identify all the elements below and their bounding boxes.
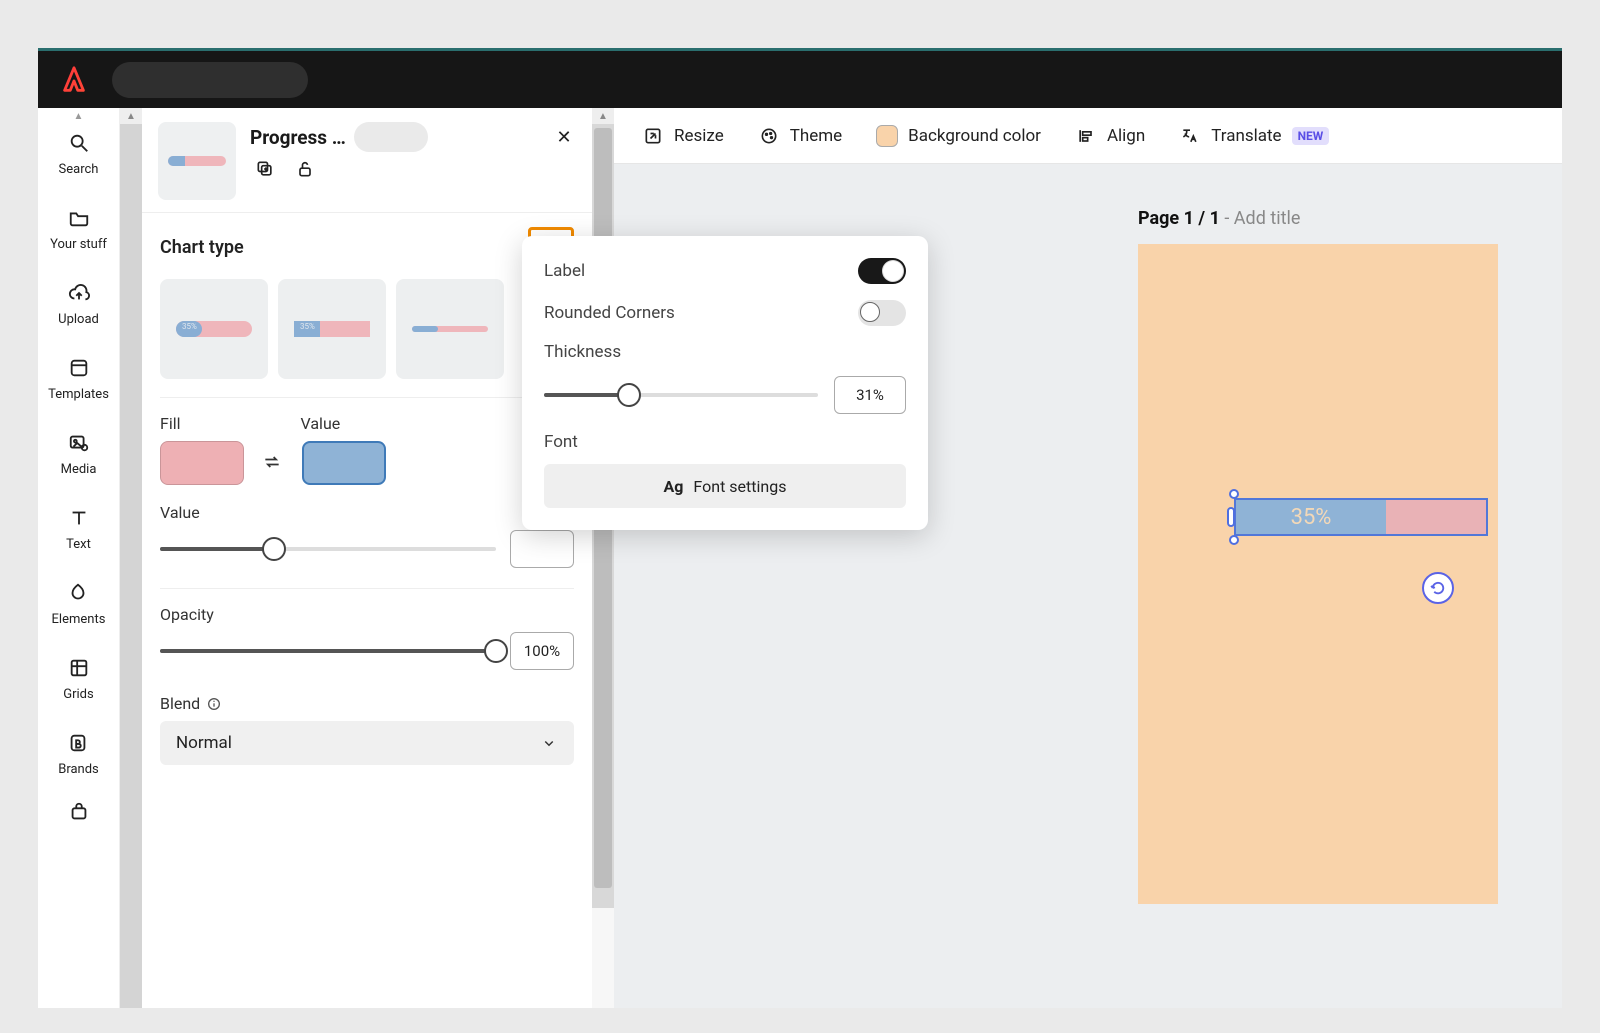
selection-handle[interactable] — [1229, 535, 1239, 545]
resize-button[interactable]: Resize — [642, 125, 724, 147]
lock-button[interactable] — [294, 158, 316, 180]
nav-brands[interactable]: Brands — [58, 730, 99, 777]
nav-label: Media — [61, 462, 97, 477]
font-label: Font — [544, 432, 906, 452]
palette-icon — [758, 125, 780, 147]
bgcolor-button[interactable]: Background color — [876, 125, 1041, 147]
chart-type-thin[interactable] — [396, 279, 504, 379]
duplicate-button[interactable] — [254, 158, 276, 180]
search-icon — [66, 130, 92, 156]
nav-grids[interactable]: Grids — [63, 655, 93, 702]
folder-icon — [66, 205, 92, 231]
left-scrollbar[interactable]: ▲ — [120, 108, 142, 1008]
nav-upload[interactable]: Upload — [58, 280, 99, 327]
nav-elements[interactable]: Elements — [52, 580, 106, 627]
element-thumbnail — [158, 122, 236, 200]
swap-colors-button[interactable] — [262, 452, 284, 474]
rounded-toggle[interactable] — [858, 300, 906, 326]
fill-color-swatch[interactable] — [160, 441, 244, 485]
text-icon — [66, 505, 92, 531]
close-icon: ✕ — [556, 127, 571, 148]
opacity-label: Opacity — [160, 605, 574, 624]
bag-icon — [66, 799, 92, 825]
new-badge: NEW — [1292, 127, 1330, 145]
info-icon[interactable] — [206, 696, 222, 712]
value-input[interactable] — [510, 530, 574, 568]
bgcolor-swatch-icon — [876, 125, 898, 147]
progress-value-label: 35% — [1291, 505, 1332, 530]
nav-label: Search — [59, 162, 99, 177]
label-toggle-label: Label — [544, 261, 585, 281]
font-icon: Ag — [664, 477, 684, 496]
undo-icon — [1429, 579, 1447, 597]
selection-handle[interactable] — [1229, 489, 1239, 499]
scroll-up-icon[interactable]: ▲ — [592, 108, 614, 124]
top-search-pill[interactable] — [112, 62, 308, 98]
translate-icon — [1179, 125, 1201, 147]
chart-type-rounded[interactable]: 35% — [160, 279, 268, 379]
top-app-bar — [38, 48, 1562, 108]
media-icon — [66, 430, 92, 456]
nav-text[interactable]: Text — [66, 505, 92, 552]
value-color-swatch[interactable] — [302, 441, 386, 485]
opacity-slider[interactable] — [160, 639, 496, 663]
thickness-slider[interactable] — [544, 383, 818, 407]
theme-button[interactable]: Theme — [758, 125, 842, 147]
nav-label: Brands — [58, 762, 99, 777]
page-label[interactable]: Page 1 / 1 - Add title — [1138, 208, 1300, 229]
blend-label: Blend — [160, 694, 200, 713]
align-button[interactable]: Align — [1075, 125, 1145, 147]
label-toggle[interactable] — [858, 258, 906, 284]
chart-type-heading: Chart type — [160, 237, 244, 258]
nav-label: Text — [66, 537, 91, 552]
thickness-input[interactable]: 31% — [834, 376, 906, 414]
canvas-toolbar: Resize Theme Background color Align Tran… — [614, 108, 1562, 164]
brands-icon — [65, 730, 91, 756]
nav-media[interactable]: Media — [61, 430, 97, 477]
nav-label: Grids — [63, 687, 93, 702]
chevron-down-icon — [540, 734, 558, 752]
app-logo-icon — [56, 62, 92, 98]
selection-handle[interactable] — [1227, 507, 1235, 527]
value-slider[interactable] — [160, 537, 496, 561]
opacity-input[interactable]: 100% — [510, 632, 574, 670]
nav-label: Elements — [52, 612, 106, 627]
value-color-label: Value — [301, 414, 341, 433]
fill-label: Fill — [160, 414, 181, 433]
blend-select[interactable]: Normal — [160, 721, 574, 765]
value-slider-label: Value — [160, 503, 574, 522]
progress-bar-element[interactable]: 35% — [1228, 494, 1488, 540]
reset-button[interactable] — [1422, 572, 1454, 604]
element-title: Progress … — [250, 126, 346, 149]
nav-label: Your stuff — [50, 237, 107, 252]
nav-search[interactable]: Search — [59, 130, 99, 177]
rounded-toggle-label: Rounded Corners — [544, 303, 675, 323]
thickness-label: Thickness — [544, 342, 906, 362]
translate-button[interactable]: Translate NEW — [1179, 125, 1329, 147]
nav-label: Templates — [48, 387, 109, 402]
align-icon — [1075, 125, 1097, 147]
left-nav: ▲ Search Your stuff Upload Templates — [38, 108, 120, 1008]
nav-more[interactable] — [66, 799, 92, 825]
templates-icon — [66, 355, 92, 381]
close-panel-button[interactable]: ✕ — [552, 125, 576, 149]
shapes-icon — [65, 580, 91, 606]
grids-icon — [66, 655, 92, 681]
nav-scroll-up-icon[interactable]: ▲ — [38, 108, 119, 124]
chart-settings-popover: Label Rounded Corners Thickness 31% Font… — [522, 236, 928, 530]
font-settings-button[interactable]: Ag Font settings — [544, 464, 906, 508]
scroll-up-icon[interactable]: ▲ — [120, 108, 142, 124]
element-badge[interactable] — [354, 122, 428, 152]
nav-templates[interactable]: Templates — [48, 355, 109, 402]
nav-label: Upload — [58, 312, 99, 327]
chart-type-square[interactable]: 35% — [278, 279, 386, 379]
cloud-upload-icon — [66, 280, 92, 306]
resize-icon — [642, 125, 664, 147]
nav-your-stuff[interactable]: Your stuff — [50, 205, 107, 252]
